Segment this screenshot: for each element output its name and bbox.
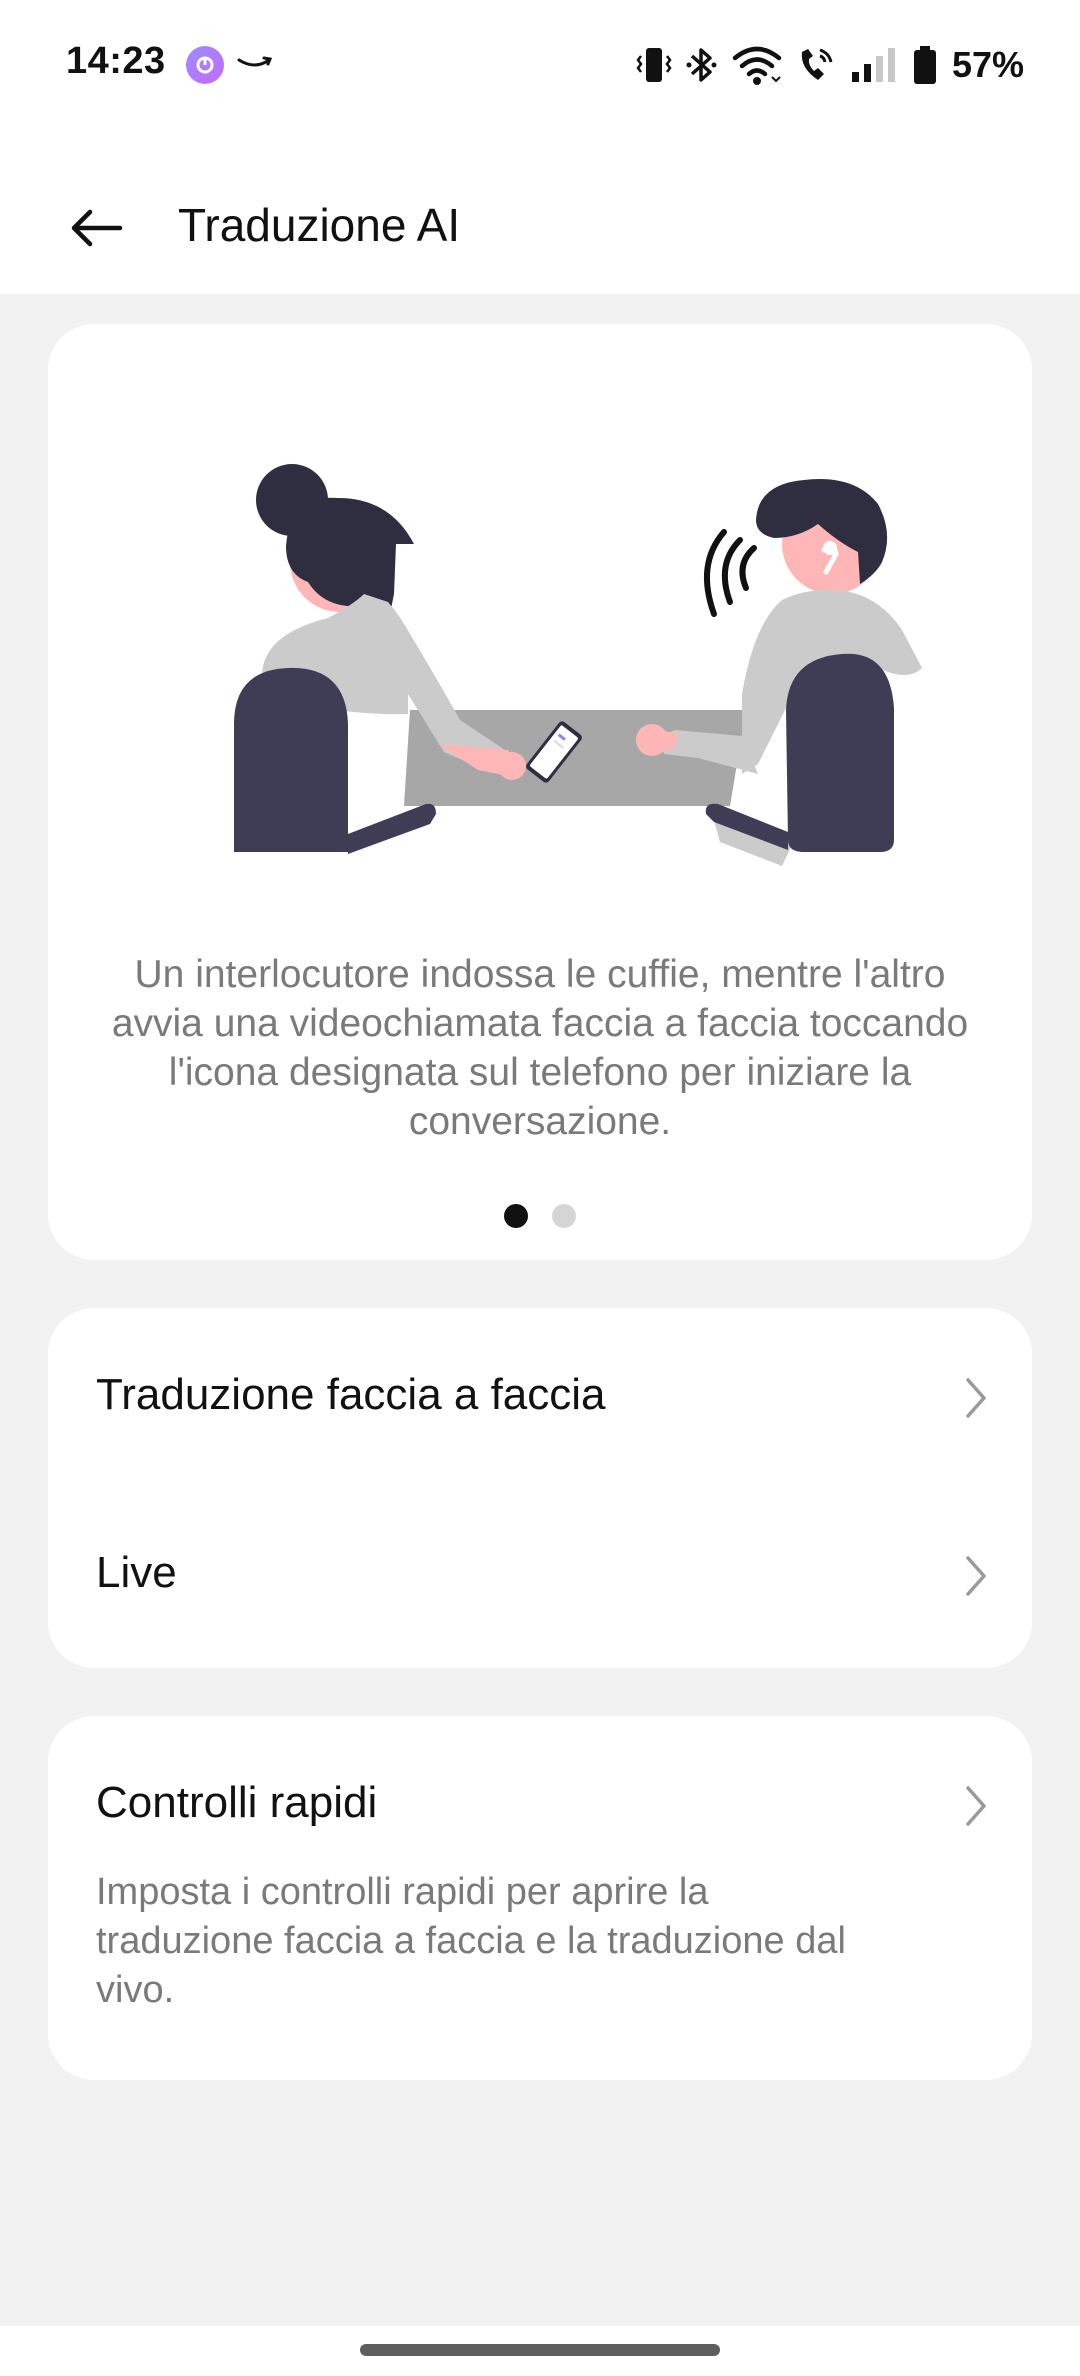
- signal-icon: [850, 44, 898, 86]
- intro-carousel-card[interactable]: Un interlocutore indossa le cuffie, ment…: [48, 324, 1032, 1260]
- face-to-face-row[interactable]: Traduzione faccia a faccia: [48, 1308, 1032, 1488]
- quick-controls-label: Controlli rapidi: [96, 1778, 378, 1827]
- quick-controls-description: Imposta i controlli rapidi per aprire la…: [96, 1871, 846, 2011]
- vibrate-icon: [636, 44, 672, 86]
- page-dot-2[interactable]: [552, 1204, 576, 1228]
- app-bar: Traduzione AI: [0, 170, 1080, 280]
- hero-description: Un interlocutore indossa le cuffie, ment…: [111, 953, 969, 1143]
- conversation-illustration: [234, 464, 922, 866]
- back-button[interactable]: [56, 188, 136, 268]
- page-title: Traduzione AI: [178, 199, 461, 251]
- wifi-icon: [732, 44, 782, 86]
- chevron-right-icon: [966, 1786, 986, 1826]
- chevron-right-icon: [966, 1378, 986, 1418]
- translation-modes-card: Traduzione faccia a faccia Live: [48, 1308, 1032, 1668]
- app-icon: [186, 46, 224, 84]
- chevron-right-icon: [966, 1556, 986, 1596]
- quick-controls-card[interactable]: Controlli rapidi Imposta i controlli rap…: [48, 1716, 1032, 2080]
- face-to-face-label: Traduzione faccia a faccia: [96, 1370, 606, 1419]
- live-row[interactable]: Live: [48, 1488, 1032, 1668]
- battery-percent: 57%: [951, 44, 1024, 85]
- status-time: 14:23: [66, 40, 166, 82]
- page-dot-1[interactable]: [504, 1204, 528, 1228]
- status-bar: 14:23 57%: [0, 0, 1080, 130]
- arrow-left-icon: [71, 209, 123, 247]
- home-indicator[interactable]: [360, 2344, 720, 2356]
- wifi-call-icon: [796, 44, 836, 86]
- live-label: Live: [96, 1548, 177, 1597]
- battery-icon: [912, 44, 938, 86]
- status-icons: 57%: [636, 40, 1024, 90]
- bluetooth-icon: [686, 44, 718, 86]
- carousel-pagination[interactable]: [0, 1204, 1080, 1228]
- amazon-icon: [236, 48, 274, 81]
